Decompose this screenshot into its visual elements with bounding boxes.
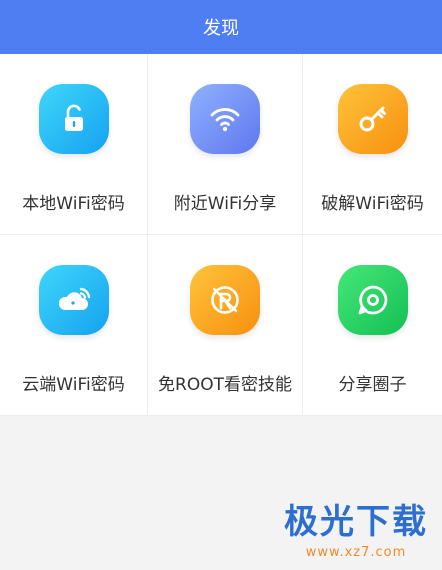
cloud-wifi-icon (38, 265, 109, 335)
unlock-icon (38, 84, 109, 154)
feature-grid: 本地WiFi密码 附近WiFi分享 破解WiFi密码 云端WiFi密码 免ROO… (0, 54, 442, 416)
feature-share-circle[interactable]: 分享圈子 (303, 235, 442, 416)
empty-area: 极光下载 www.xz7.com (0, 416, 442, 570)
feature-label: 云端WiFi密码 (22, 375, 125, 395)
no-root-icon (190, 265, 260, 335)
wifi-icon (190, 84, 260, 154)
watermark-url: www.xz7.com (305, 545, 407, 560)
feature-cloud-wifi-password[interactable]: 云端WiFi密码 (0, 235, 148, 416)
feature-label: 本地WiFi密码 (22, 194, 125, 214)
feature-label: 附近WiFi分享 (173, 194, 277, 214)
top-bar: 发现 (0, 0, 442, 54)
feature-label: 分享圈子 (338, 375, 407, 395)
watermark-title: 极光下载 (284, 502, 428, 542)
feature-local-wifi-password[interactable]: 本地WiFi密码 (0, 54, 148, 235)
chat-circle-icon (337, 265, 408, 335)
feature-no-root-password[interactable]: 免ROOT看密技能 (148, 235, 303, 416)
watermark: 极光下载 www.xz7.com (284, 494, 428, 560)
feature-label: 免ROOT看密技能 (158, 375, 292, 395)
page-title: 发现 (203, 18, 239, 39)
feature-label: 破解WiFi密码 (321, 194, 424, 214)
feature-nearby-wifi-share[interactable]: 附近WiFi分享 (148, 54, 303, 235)
feature-crack-wifi-password[interactable]: 破解WiFi密码 (303, 54, 442, 235)
key-icon (337, 84, 408, 154)
